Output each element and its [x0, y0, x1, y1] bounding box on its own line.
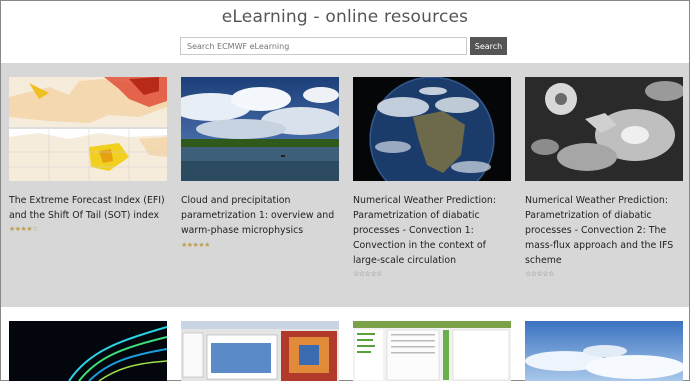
course-thumbnail-satellite[interactable]: [525, 77, 683, 181]
course-thumbnail-efi-map[interactable]: [9, 77, 167, 181]
search-input[interactable]: [180, 37, 467, 55]
course-title[interactable]: The Extreme Forecast Index (EFI) and the…: [9, 193, 167, 223]
course-thumbnail-sky[interactable]: [525, 321, 683, 381]
rating-stars: ★★★★☆: [9, 225, 38, 233]
rating-stars: ☆☆☆☆☆: [353, 270, 382, 278]
rating-stars: ☆☆☆☆☆: [525, 270, 554, 278]
site-header: eLearning - online resources Search: [1, 1, 689, 63]
course-thumbnail-globe[interactable]: [353, 77, 511, 181]
course-title[interactable]: Cloud and precipitation parametrization …: [181, 193, 339, 238]
rating-stars: ★★★★★: [181, 241, 210, 249]
course-title[interactable]: Numerical Weather Prediction: Parametriz…: [353, 193, 511, 268]
course-thumbnail-data-table[interactable]: [353, 321, 511, 381]
course-thumbnail-software-screens[interactable]: [181, 321, 339, 381]
course-title[interactable]: Numerical Weather Prediction: Parametriz…: [525, 193, 683, 268]
course-thumbnail-data-streams[interactable]: [9, 321, 167, 381]
site-title: eLearning - online resources: [221, 7, 469, 27]
course-thumbnail-clouds[interactable]: [181, 77, 339, 181]
search-button[interactable]: Search: [470, 37, 507, 55]
